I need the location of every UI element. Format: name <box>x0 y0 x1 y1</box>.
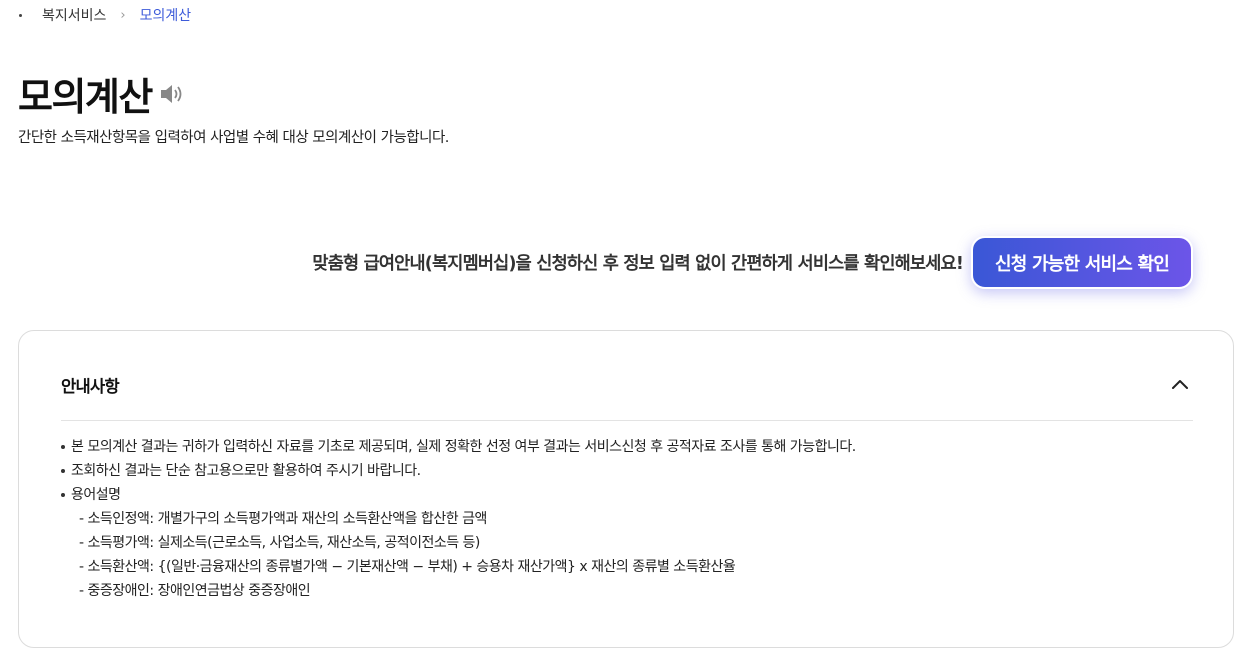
page-title: 모의계산 <box>18 75 153 119</box>
breadcrumb-current: 모의계산 <box>139 8 192 24</box>
breadcrumb: 복지서비스 › 모의계산 <box>18 4 191 26</box>
chevron-right-icon: › <box>120 7 126 23</box>
term-item: 소득평가액: 실제소득(근로소득, 사업소득, 재산소득, 공적이전소득 등) <box>75 531 735 555</box>
check-available-services-button[interactable]: 신청 가능한 서비스 확인 <box>971 236 1193 289</box>
speaker-icon[interactable] <box>160 80 188 108</box>
terms-list: 소득인정액: 개별가구의 소득평가액과 재산의 소득환산액을 합산한 금액 소득… <box>75 507 736 603</box>
notice-header[interactable]: 안내사항 <box>61 361 1193 421</box>
promo-text: 맞춤형 급여안내(복지멤버십)을 신청하신 후 정보 입력 없이 간편하게 서비… <box>312 254 963 274</box>
breadcrumb-home-dot[interactable] <box>18 4 24 26</box>
chevron-up-icon[interactable] <box>1167 371 1193 397</box>
notice-item: 조회하신 결과는 단순 참고용으로만 활용하여 주시기 바랍니다. <box>59 459 856 483</box>
notice-list: 본 모의계산 결과는 귀하가 입력하신 자료를 기초로 제공되며, 실제 정확한… <box>59 435 856 507</box>
page-title-row: 모의계산 <box>18 66 188 121</box>
breadcrumb-item-welfare-service[interactable]: 복지서비스 <box>42 5 106 25</box>
term-item: 중증장애인: 장애인연금법상 중증장애인 <box>75 579 735 603</box>
notice-panel: 안내사항 본 모의계산 결과는 귀하가 입력하신 자료를 기초로 제공되며, 실… <box>18 330 1234 648</box>
term-item: 소득인정액: 개별가구의 소득평가액과 재산의 소득환산액을 합산한 금액 <box>75 507 735 531</box>
membership-promo: 맞춤형 급여안내(복지멤버십)을 신청하신 후 정보 입력 없이 간편하게 서비… <box>312 236 1193 289</box>
notice-item: 용어설명 <box>59 483 856 507</box>
terms-heading: 용어설명 <box>71 487 121 503</box>
notice-title: 안내사항 <box>61 377 120 396</box>
page-description: 간단한 소득재산항목을 입력하여 사업별 수혜 대상 모의계산이 가능합니다. <box>18 130 449 146</box>
notice-item: 본 모의계산 결과는 귀하가 입력하신 자료를 기초로 제공되며, 실제 정확한… <box>59 435 856 459</box>
term-item: 소득환산액: {(일반·금융재산의 종류별가액 − 기본재산액 − 부채) + … <box>75 555 736 579</box>
